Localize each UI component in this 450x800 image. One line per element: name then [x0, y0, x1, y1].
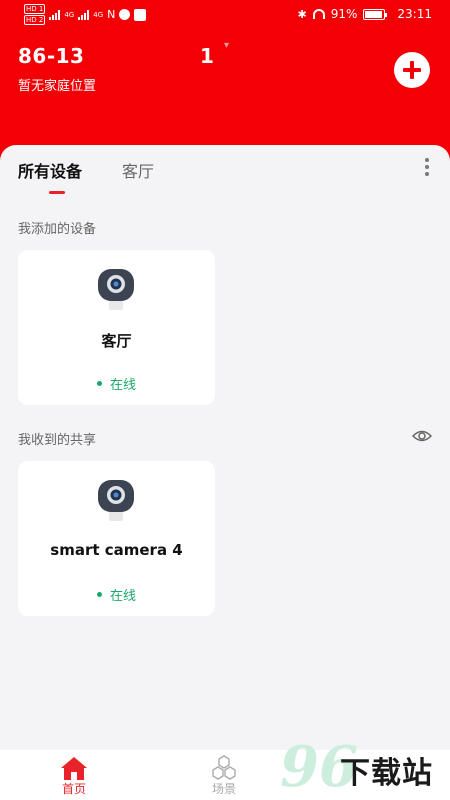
- speed-icon: [312, 9, 325, 19]
- section-shared-devices: 我收到的共享: [18, 433, 97, 448]
- device-name: smart camera 4: [50, 541, 183, 559]
- device-card-living-room[interactable]: 客厅 在线: [18, 250, 215, 405]
- sim2-badge: HD 2: [24, 15, 46, 25]
- scene-icon: [212, 755, 236, 780]
- camera-icon: [98, 480, 134, 521]
- status-right: ✱ 91% 23:11: [298, 7, 432, 21]
- section-added-devices: 我添加的设备: [18, 222, 97, 237]
- battery-percent: 91%: [330, 7, 358, 21]
- net2-label: 4G: [93, 10, 104, 19]
- nav-scene-label: 场景: [211, 782, 236, 796]
- sim1-badge: HD 1: [24, 4, 46, 14]
- app-notification-icon: [134, 8, 147, 21]
- device-name: 客厅: [101, 332, 132, 350]
- add-device-button[interactable]: [394, 52, 430, 88]
- device-status: 在线: [18, 585, 215, 604]
- alarm-icon: [119, 9, 131, 20]
- battery-icon: [363, 8, 388, 20]
- account-number[interactable]: 86-13: [18, 44, 84, 68]
- more-options-icon[interactable]: [424, 158, 430, 178]
- online-dot: [96, 381, 102, 386]
- device-card-smart-camera[interactable]: smart camera 4 在线: [18, 461, 215, 616]
- clock: 23:11: [397, 7, 432, 21]
- home-icon: [61, 757, 87, 780]
- home-location[interactable]: 暂无家庭位置: [18, 75, 96, 94]
- status-bar: HD 1 HD 2 4G 4G N ✱ 91% 23:11: [0, 0, 450, 30]
- signal-2-icon: [78, 9, 90, 20]
- tab-all-devices[interactable]: 所有设备: [18, 158, 82, 182]
- nav-home-label: 首页: [61, 782, 86, 796]
- account-number-suffix[interactable]: 1: [200, 44, 214, 68]
- signal-1-icon: [49, 9, 61, 20]
- status-left: HD 1 HD 2 4G 4G N: [24, 4, 147, 25]
- watermark-text: 下载站: [340, 756, 433, 791]
- device-status: 在线: [18, 374, 215, 393]
- account-dropdown-icon[interactable]: ▾: [224, 40, 229, 51]
- online-dot: [96, 592, 102, 597]
- bluetooth-icon: ✱: [297, 7, 307, 21]
- net1-label: 4G: [64, 10, 75, 19]
- watermark-logo: 96 下载站: [280, 734, 450, 800]
- tab-living-room[interactable]: 客厅: [122, 158, 154, 182]
- active-tab-indicator: [49, 191, 65, 194]
- camera-icon: [98, 269, 134, 310]
- eye-icon[interactable]: [412, 428, 432, 444]
- nfc-icon: N: [107, 8, 116, 21]
